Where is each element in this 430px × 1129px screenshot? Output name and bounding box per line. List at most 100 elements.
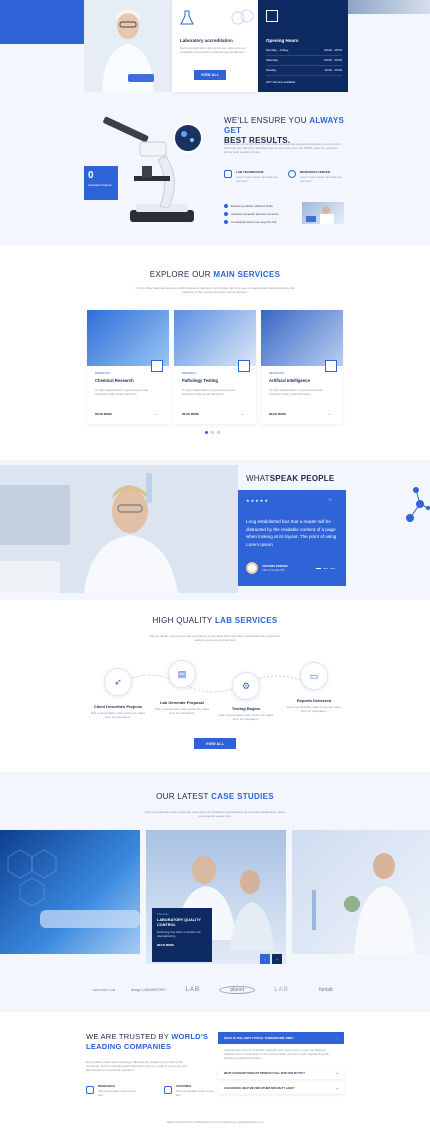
check-icon [224, 220, 228, 224]
service-text: To help stakeholders in government and b… [182, 388, 236, 396]
check-text: Ancestor acquaint pensive contents [231, 212, 279, 216]
lab-worker-thumbnail [302, 202, 344, 224]
pager-item[interactable] [330, 568, 335, 569]
service-title: Pathology Testing [182, 378, 218, 383]
awarded-projects-counter: 0 Awarded Projects [84, 166, 118, 200]
testing-icon: ⚙ [232, 672, 260, 700]
services-subtitle: On the other hand we denounce with right… [135, 286, 295, 294]
service-read-more[interactable]: READ MORE [182, 412, 199, 416]
step-title: Reports Delivered [296, 698, 332, 703]
feature-text: Lorem Ipsum dolor sit amet con sec tetur… [236, 175, 279, 183]
scientist-photo [84, 0, 172, 92]
avatar [246, 562, 258, 574]
trusted-title-bold-2: LEADING COMPANIES [86, 1042, 172, 1051]
lab-services-subtitle: We are all the main buyers and operation… [149, 634, 281, 642]
step-title: Lab Generate Proposal [160, 700, 204, 705]
process-step: ➶ Client Describes Projects Sed ut persp… [88, 668, 148, 719]
service-tag: RADIOLOGY [95, 372, 111, 375]
step-text: Sed ut perspiciatis unde omnis iste natu… [90, 711, 146, 719]
carousel-dot-active[interactable] [205, 431, 208, 434]
case-overlay-card: Chemistry LABORATORY QUALITY CONTROL Enh… [152, 908, 212, 962]
testimonial-title-bold: SPEAK PEOPLE [269, 474, 335, 483]
accreditation-view-all-button[interactable]: VIEW ALL [194, 70, 226, 80]
services-carousel-dots [205, 431, 225, 434]
arrow-right-icon[interactable]: → [327, 411, 331, 416]
opening-hours-card: Opening Hours Monday – Friday 09:00 - 18:… [258, 0, 348, 92]
case-next-button[interactable]: › [272, 954, 282, 964]
case-image[interactable] [292, 830, 430, 954]
check-icon [224, 204, 228, 208]
case-read-more[interactable]: READ MORE [157, 943, 207, 947]
testimonial-title: WHATSPEAK PEOPLE [246, 474, 334, 483]
top-blue-block [0, 0, 84, 44]
check-item: Exploring seldom efficient Pride [224, 202, 300, 210]
lab-title-bold: LAB SERVICES [214, 616, 278, 625]
case-text: Enhancing Your Vision on another son lab… [157, 931, 201, 938]
trusted-title-bold-1: WORLD'S [171, 1032, 209, 1041]
service-card[interactable]: BIOSAFETY Pathology Testing To help stak… [174, 310, 256, 424]
service-read-more[interactable]: READ MORE [95, 412, 112, 416]
lab-title-plain: HIGH QUALITY [152, 616, 213, 625]
footer-contact-text: Need research for Every Patient Every Ti… [166, 1121, 264, 1124]
accreditation-text: Sed ut perspiciatis unde omnis iste natu… [180, 46, 246, 54]
partner-logo[interactable]: funlab [308, 987, 344, 993]
partner-logo[interactable]: INDUSTRY LAB [86, 988, 122, 992]
service-tag: PATHOLOGY [269, 372, 285, 375]
arrow-right-icon[interactable]: → [153, 411, 157, 416]
hours-time: 09:00 - 16:00 [324, 58, 342, 62]
service-card[interactable]: RADIOLOGY Chemical Research To help stak… [87, 310, 169, 424]
step-text: Sed ut perspiciatis unde omnis iste natu… [154, 707, 210, 715]
service-icon [151, 360, 163, 372]
check-item: Consequat ipsum nec seg fritz fuit. [224, 218, 300, 226]
partner-logos: INDUSTRY LAB design LABORATORY LAB plane… [86, 982, 344, 998]
service-image [87, 310, 169, 366]
feature-title: LAB TECHNICIANS [236, 170, 264, 174]
pager-active[interactable] [316, 568, 321, 569]
partner-logo[interactable]: LAB [175, 987, 211, 993]
accreditation-title: Laboratory accreditation [180, 38, 233, 43]
report-icon: ▭ [300, 662, 328, 690]
carousel-dot[interactable] [211, 431, 214, 434]
lab-view-all-button[interactable]: VIEW ALL [194, 738, 236, 749]
checklist: Exploring seldom efficient Pride Ancesto… [224, 202, 300, 226]
faq-question[interactable]: WHAT CATEGORY DOES MY PRODUCT FALL INTO … [218, 1068, 344, 1079]
faq-question-open[interactable]: WHAT IS THE LAB'S TYPICAL TURNAROUND TIM… [218, 1032, 344, 1044]
lab-corner-photo [348, 0, 430, 14]
partner-logo[interactable]: design LABORATORY [130, 988, 166, 992]
step-text: Sed ut perspiciatis unde omnis iste natu… [218, 713, 274, 721]
plus-icon: + [336, 1072, 338, 1075]
services-title-plain: EXPLORE OUR [149, 270, 211, 279]
ensure-text: Lorem Ipsum is simply dummy text of the … [224, 142, 341, 154]
research-icon [288, 170, 296, 178]
arrow-right-icon[interactable]: → [240, 411, 244, 416]
case-image[interactable] [0, 830, 140, 954]
faq-question-text: WHAT IS THE LAB'S TYPICAL TURNAROUND TIM… [224, 1036, 294, 1040]
trusted-item-text: Sed perspiciatis unde omnis iste [98, 1089, 136, 1097]
hours-note: 24/7 Service available [266, 80, 296, 84]
case-tag: Chemistry [157, 913, 169, 916]
service-card[interactable]: PATHOLOGY Artificial Intelligence To hel… [261, 310, 343, 424]
lab-scientist-large-photo [0, 465, 238, 593]
feature-title: RESEARCH CENTER [300, 170, 331, 174]
carousel-dot[interactable] [217, 431, 220, 434]
faq-question[interactable]: CAN SEARCH HELP ME FIND OTHER SPECIALTY … [218, 1083, 344, 1094]
rocket-icon: ➶ [104, 668, 132, 696]
case-prev-button[interactable]: ‹ [260, 954, 270, 964]
minus-icon: – [336, 1036, 338, 1040]
counter-label: Awarded Projects [88, 183, 112, 187]
service-read-more[interactable]: READ MORE [269, 412, 286, 416]
counter-value: 0 [88, 170, 94, 181]
partner-logo[interactable]: LAB [264, 987, 300, 993]
testimonial-pager [316, 568, 335, 569]
process-step: ▤ Lab Generate Proposal Sed ut perspicia… [152, 660, 212, 715]
trusted-item-title: RESEARCH [98, 1084, 115, 1088]
hours-list: Monday – Friday 09:00 - 18:00 Saturday 09:… [266, 48, 342, 84]
hours-time: 09:00 - 18:00 [324, 48, 342, 52]
partner-logo[interactable]: planet [219, 986, 256, 994]
stars-rating: ★★★★★ [246, 498, 269, 503]
services-title-bold: MAIN SERVICES [213, 270, 281, 279]
pager-item[interactable] [323, 568, 328, 569]
cases-title: OUR LATEST CASE STUDIES [0, 792, 430, 801]
ensure-title-plain: WE'LL ENSURE YOU [224, 116, 307, 125]
trusted-title-plain: WE ARE TRUSTED BY [86, 1032, 169, 1041]
